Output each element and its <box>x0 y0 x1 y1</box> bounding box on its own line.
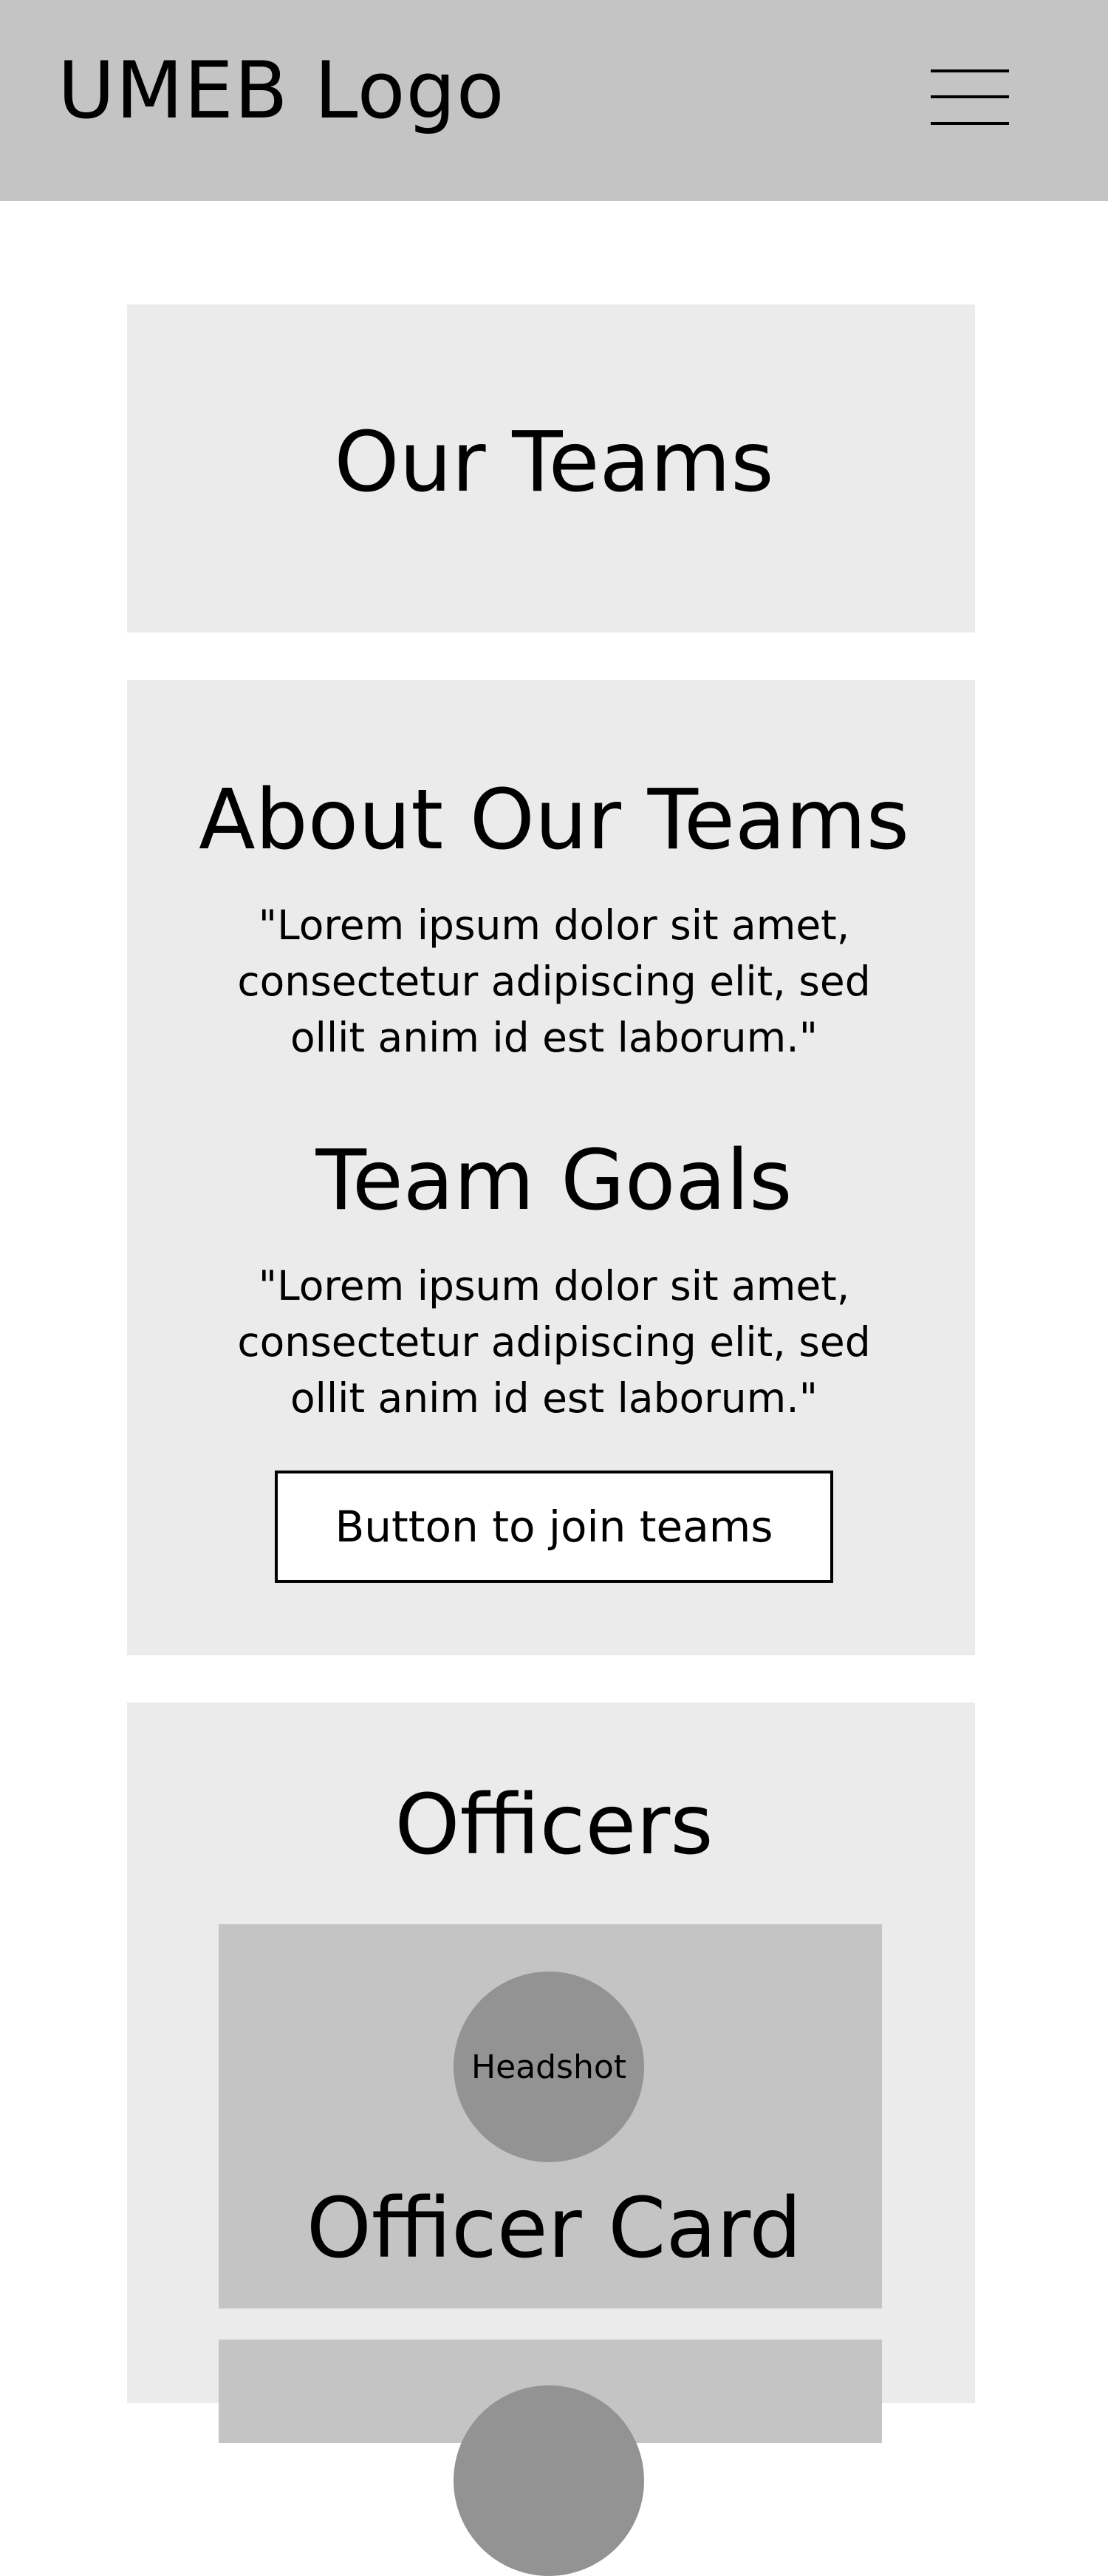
site-logo[interactable]: UMEB Logo <box>58 52 505 130</box>
about-heading: About Our Teams <box>199 772 909 868</box>
site-header: UMEB Logo <box>0 0 1108 201</box>
page-title: Our Teams <box>334 415 774 511</box>
goals-text-line: ollit anim id est laborum." <box>290 1374 818 1422</box>
menu-bar-middle <box>931 95 1009 98</box>
goals-text-line: consectetur adipiscing elit, sed <box>237 1318 871 1366</box>
about-text-line: ollit anim id est laborum." <box>290 1014 818 1061</box>
goals-text-line: "Lorem ipsum dolor sit amet, <box>258 1262 850 1309</box>
about-text-line: consectetur adipiscing elit, sed <box>237 958 871 1005</box>
menu-bar-bottom <box>931 122 1009 125</box>
officer-card-title: Officer Card <box>306 2181 802 2277</box>
headshot-avatar <box>454 2385 644 2576</box>
menu-bar-top <box>931 69 1009 72</box>
officers-heading: Officers <box>394 1777 714 1873</box>
join-teams-button[interactable]: Button to join teams <box>275 1471 833 1583</box>
headshot-label <box>454 2385 644 2576</box>
headshot-label: Headshot <box>471 2048 627 2086</box>
about-text: "Lorem ipsum dolor sit amet, consectetur… <box>0 897 1108 1066</box>
hamburger-menu-icon[interactable] <box>926 65 1012 129</box>
goals-text: "Lorem ipsum dolor sit amet, consectetur… <box>0 1258 1108 1426</box>
goals-heading: Team Goals <box>315 1133 793 1229</box>
about-text-line: "Lorem ipsum dolor sit amet, <box>258 902 850 949</box>
headshot-avatar: Headshot <box>454 1972 644 2162</box>
